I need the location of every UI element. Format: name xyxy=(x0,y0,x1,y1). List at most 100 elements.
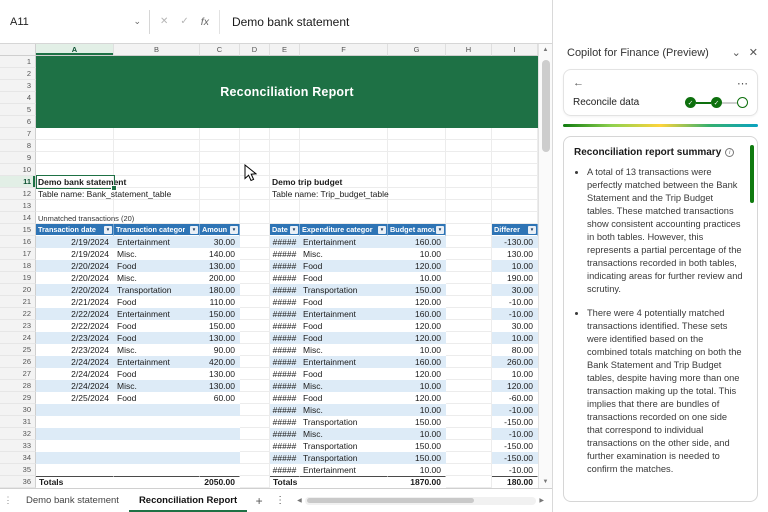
cell[interactable]: 2/25/2024 xyxy=(36,392,114,404)
cell[interactable]: 2/21/2024 xyxy=(36,296,114,308)
cell[interactable]: Misc. xyxy=(114,272,200,284)
row-header[interactable]: 7 xyxy=(0,128,36,140)
cell[interactable]: ##### xyxy=(270,380,300,392)
cell[interactable] xyxy=(270,164,300,176)
cell[interactable] xyxy=(270,200,300,212)
cell[interactable]: Food xyxy=(114,320,200,332)
cell[interactable] xyxy=(446,212,492,224)
cell[interactable] xyxy=(240,332,270,344)
cell[interactable] xyxy=(240,464,270,476)
cell[interactable]: Entertainment xyxy=(114,356,200,368)
cell[interactable] xyxy=(36,416,114,428)
cell[interactable] xyxy=(388,140,446,152)
row-header[interactable]: 28 xyxy=(0,380,36,392)
panel-scrollbar-thumb[interactable] xyxy=(750,145,754,203)
cell[interactable]: 120.00 xyxy=(388,332,446,344)
totals-cell[interactable] xyxy=(300,476,388,488)
cell[interactable] xyxy=(446,332,492,344)
cell[interactable]: 110.00 xyxy=(200,296,240,308)
cell[interactable] xyxy=(114,164,200,176)
hscroll-thumb[interactable] xyxy=(307,498,474,503)
cell[interactable]: ##### xyxy=(270,332,300,344)
cell[interactable] xyxy=(114,452,200,464)
cell[interactable]: ##### xyxy=(270,296,300,308)
cell[interactable]: Misc. xyxy=(114,344,200,356)
cell[interactable] xyxy=(240,416,270,428)
cell[interactable]: Transportation xyxy=(300,416,388,428)
scrollbar-thumb[interactable] xyxy=(542,60,550,152)
cell[interactable] xyxy=(200,188,240,200)
cell[interactable] xyxy=(36,452,114,464)
cell[interactable] xyxy=(114,140,200,152)
insert-function-icon[interactable]: fx xyxy=(201,16,209,28)
cell[interactable] xyxy=(446,296,492,308)
cell[interactable] xyxy=(492,140,538,152)
cell[interactable]: 120.00 xyxy=(492,380,538,392)
table-header-cell[interactable]: Budget amoun▼ xyxy=(388,224,446,236)
cell[interactable] xyxy=(240,248,270,260)
cell[interactable] xyxy=(388,212,446,224)
cell[interactable]: Entertainment xyxy=(300,464,388,476)
filter-icon[interactable]: ▼ xyxy=(230,226,238,234)
horizontal-scrollbar[interactable]: ◀ ▶ xyxy=(297,489,544,512)
cell[interactable] xyxy=(270,128,300,140)
cell[interactable] xyxy=(114,416,200,428)
cell[interactable] xyxy=(446,308,492,320)
cell[interactable] xyxy=(446,320,492,332)
totals-cell[interactable]: 180.00 xyxy=(492,476,538,488)
row-header[interactable]: 18 xyxy=(0,260,36,272)
cell[interactable] xyxy=(446,476,492,488)
cell[interactable]: 10.00 xyxy=(388,344,446,356)
cell[interactable]: -10.00 xyxy=(492,296,538,308)
cell[interactable] xyxy=(36,464,114,476)
cell[interactable] xyxy=(240,356,270,368)
cell[interactable]: 150.00 xyxy=(388,416,446,428)
cell[interactable] xyxy=(492,128,538,140)
row-header[interactable]: 1 xyxy=(0,56,36,68)
sheet-tab-demo-bank-statement[interactable]: Demo bank statement xyxy=(16,489,129,512)
chevron-down-icon[interactable]: ⌄ xyxy=(133,16,141,27)
cell[interactable]: Misc. xyxy=(300,428,388,440)
cell[interactable] xyxy=(240,200,270,212)
row-header[interactable]: 13 xyxy=(0,200,36,212)
cell[interactable] xyxy=(270,152,300,164)
cell[interactable]: Transportation xyxy=(300,452,388,464)
filter-icon[interactable]: ▼ xyxy=(104,226,112,234)
cell[interactable]: Food xyxy=(300,272,388,284)
cell[interactable]: 30.00 xyxy=(200,236,240,248)
cell[interactable]: 2/22/2024 xyxy=(36,308,114,320)
cell[interactable] xyxy=(36,164,114,176)
cell[interactable]: Food xyxy=(300,332,388,344)
cell[interactable]: ##### xyxy=(270,464,300,476)
cell[interactable] xyxy=(492,188,538,200)
filter-icon[interactable]: ▼ xyxy=(436,226,444,234)
column-header[interactable]: F xyxy=(300,44,388,56)
cell[interactable] xyxy=(240,224,270,236)
cell[interactable] xyxy=(446,272,492,284)
cell[interactable] xyxy=(240,284,270,296)
cell[interactable] xyxy=(240,260,270,272)
cell[interactable]: Food xyxy=(114,392,200,404)
cell[interactable]: Food xyxy=(114,296,200,308)
cell[interactable] xyxy=(200,140,240,152)
cell[interactable]: 2/24/2024 xyxy=(36,380,114,392)
row-header[interactable]: 26 xyxy=(0,356,36,368)
cell[interactable] xyxy=(388,188,446,200)
cell[interactable]: 150.00 xyxy=(388,452,446,464)
cell[interactable] xyxy=(446,248,492,260)
more-options-icon[interactable]: ⋯ xyxy=(737,77,748,90)
table-header-cell[interactable]: Differer▼ xyxy=(492,224,538,236)
column-header[interactable]: C xyxy=(200,44,240,56)
cell[interactable]: Food xyxy=(300,320,388,332)
row-header[interactable]: 24 xyxy=(0,332,36,344)
cell[interactable] xyxy=(446,140,492,152)
cell[interactable] xyxy=(240,188,270,200)
cell[interactable]: 260.00 xyxy=(492,356,538,368)
row-header[interactable]: 29 xyxy=(0,392,36,404)
cell[interactable]: 130.00 xyxy=(200,332,240,344)
cell[interactable] xyxy=(200,428,240,440)
cell[interactable]: ##### xyxy=(270,344,300,356)
cell[interactable] xyxy=(300,212,388,224)
cell[interactable] xyxy=(388,200,446,212)
row-header[interactable]: 32 xyxy=(0,428,36,440)
